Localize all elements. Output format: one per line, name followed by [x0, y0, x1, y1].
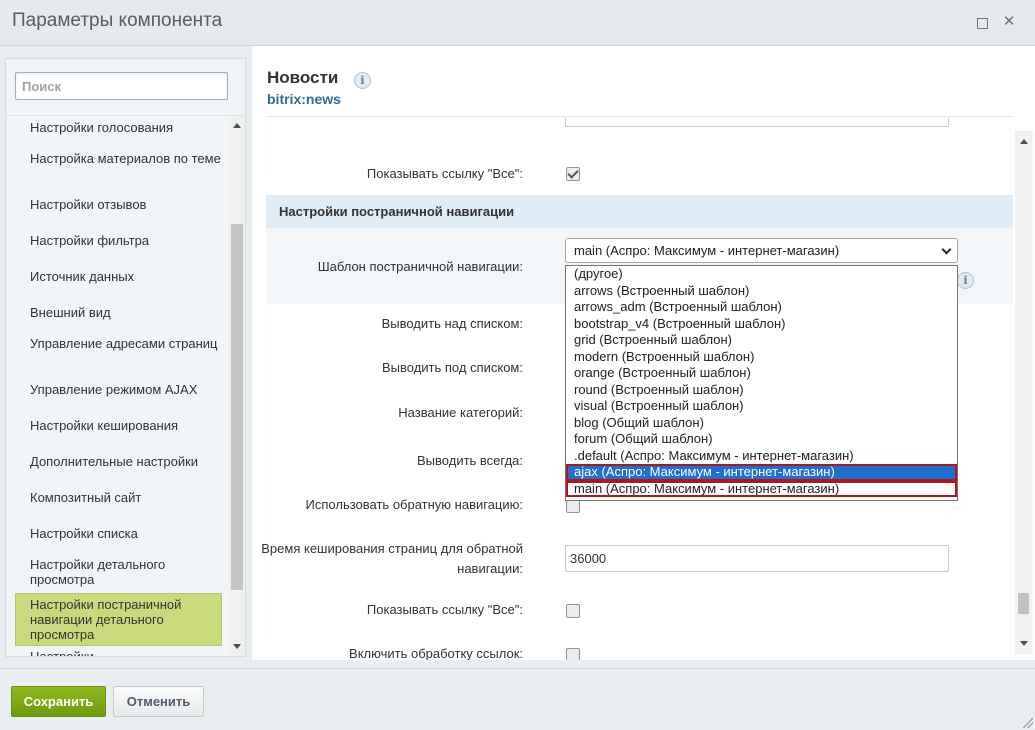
pager-template-dropdown[interactable]: (другое) arrows (Встроенный шаблон) arro… — [565, 265, 958, 501]
show-all-link-checkbox[interactable] — [566, 167, 580, 181]
sidebar-item-cut-off[interactable]: Настройки ... — [15, 649, 222, 656]
dropdown-option-highlighted[interactable]: ajax (Аспро: Максимум - интернет-магазин… — [566, 464, 957, 481]
scrollbar-thumb[interactable] — [1018, 593, 1029, 614]
show-all-link-2-checkbox[interactable] — [566, 604, 580, 618]
component-code: bitrix:news — [267, 91, 341, 107]
dropdown-option[interactable]: (другое) — [566, 266, 957, 283]
links-processing-label: Включить обработку ссылок: — [349, 646, 523, 660]
dropdown-option[interactable]: visual (Встроенный шаблон) — [566, 398, 957, 415]
cache-time-label-line1: Время кеширования страниц для обратной — [261, 541, 523, 556]
pager-template-select[interactable]: main (Аспро: Максимум - интернет-магазин… — [565, 238, 958, 263]
sidebar-item-reviews[interactable]: Настройки отзывов — [15, 197, 222, 212]
resize-grip-icon[interactable] — [1023, 718, 1033, 728]
close-icon[interactable]: ✕ — [1001, 14, 1017, 30]
pager-info-icon[interactable]: i — [957, 272, 974, 289]
sidebar-item-detail-settings[interactable]: Настройки детального просмотра — [15, 557, 222, 587]
pager-template-value: main (Аспро: Максимум - интернет-магазин… — [574, 243, 840, 258]
scroll-up-icon[interactable] — [233, 123, 241, 128]
window-title: Параметры компонента — [12, 10, 223, 31]
scroll-down-icon[interactable] — [233, 644, 241, 649]
show-bottom-label: Выводить под списком: — [381, 360, 523, 375]
sidebar-item-related-materials[interactable]: Настройка материалов по теме — [15, 151, 222, 166]
scroll-down-icon[interactable] — [1020, 641, 1028, 646]
cache-time-input[interactable]: 36000 — [565, 545, 949, 572]
sidebar-divider — [6, 115, 245, 116]
dropdown-option[interactable]: forum (Общий шаблон) — [566, 431, 957, 448]
pager-template-label: Шаблон постраничной навигации: — [317, 259, 523, 274]
sidebar-scrollbar[interactable] — [229, 116, 245, 656]
sidebar-item-list-settings[interactable]: Настройки списка — [15, 526, 222, 541]
show-all-link-label: Показывать ссылку "Все": — [366, 166, 523, 181]
sidebar-item-data-source[interactable]: Источник данных — [15, 269, 222, 284]
show-all-link-2-label: Показывать ссылку "Все": — [366, 602, 523, 617]
dropdown-option[interactable]: bootstrap_v4 (Встроенный шаблон) — [566, 316, 957, 333]
sidebar-item-caching[interactable]: Настройки кеширования — [15, 418, 222, 433]
sidebar-item-appearance[interactable]: Внешний вид — [15, 305, 222, 320]
component-title: Новости — [267, 68, 339, 87]
cancel-button[interactable]: Отменить — [113, 686, 204, 717]
sidebar-item-filter[interactable]: Настройки фильтра — [15, 233, 222, 248]
dropdown-option[interactable]: orange (Встроенный шаблон) — [566, 365, 957, 382]
prev-text-field[interactable] — [565, 118, 949, 127]
title-bar: Параметры компонента ✕ — [0, 0, 1035, 46]
dropdown-option-current[interactable]: main (Аспро: Максимум - интернет-магазин… — [566, 480, 957, 497]
sidebar-item-detail-pagination[interactable]: Настройки постраничной навигации детальн… — [15, 593, 222, 646]
dropdown-option[interactable]: blog (Общий шаблон) — [566, 415, 957, 432]
show-top-label: Выводить над списком: — [381, 316, 523, 331]
reverse-nav-label: Использовать обратную навигацию: — [305, 497, 523, 512]
links-processing-checkbox[interactable] — [566, 648, 580, 660]
dropdown-option[interactable]: round (Встроенный шаблон) — [566, 382, 957, 399]
section-header-pagination: Настройки постраничной навигации — [266, 195, 1013, 228]
sidebar-item-composite[interactable]: Композитный сайт — [15, 490, 222, 505]
cache-time-label-line2: навигации: — [457, 561, 523, 576]
dropdown-option[interactable]: arrows_adm (Встроенный шаблон) — [566, 299, 957, 316]
maximize-icon[interactable] — [974, 14, 990, 30]
always-show-label: Выводить всегда: — [417, 453, 523, 468]
sidebar-item-ajax[interactable]: Управление режимом AJAX — [15, 382, 222, 397]
sidebar: Настройки голосования Настройка материал… — [5, 58, 246, 657]
dropdown-option[interactable]: .default (Аспро: Максимум - интернет-маг… — [566, 448, 957, 465]
dropdown-option[interactable]: grid (Встроенный шаблон) — [566, 332, 957, 349]
dropdown-option[interactable]: arrows (Встроенный шаблон) — [566, 283, 957, 300]
sidebar-item-voting[interactable]: Настройки голосования — [15, 120, 222, 135]
footer: Сохранить Отменить — [0, 668, 1035, 730]
dropdown-option[interactable]: modern (Встроенный шаблон) — [566, 349, 957, 366]
category-name-label: Название категорий: — [398, 405, 523, 420]
sidebar-item-additional[interactable]: Дополнительные настройки — [15, 454, 222, 469]
search-input[interactable] — [15, 72, 228, 100]
sidebar-item-page-urls[interactable]: Управление адресами страниц — [15, 336, 222, 351]
info-icon[interactable]: i — [354, 72, 371, 89]
reverse-nav-checkbox[interactable] — [566, 499, 580, 513]
save-button[interactable]: Сохранить — [11, 686, 106, 717]
main-scrollbar[interactable] — [1015, 131, 1033, 654]
scrollbar-thumb[interactable] — [231, 224, 243, 590]
scroll-up-icon[interactable] — [1020, 139, 1028, 144]
chevron-down-icon — [941, 244, 952, 255]
header-divider — [266, 116, 1013, 117]
